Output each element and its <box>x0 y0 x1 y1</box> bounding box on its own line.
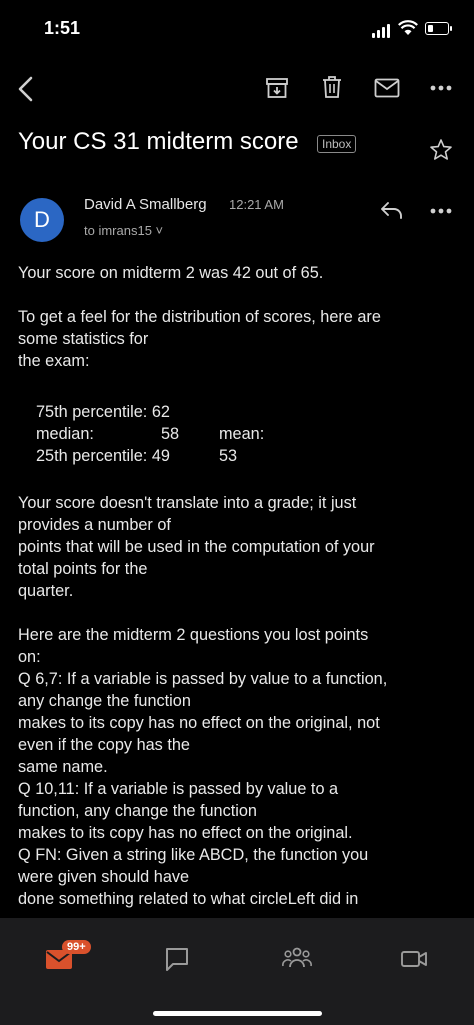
more-icon[interactable] <box>430 85 452 91</box>
recipient-details[interactable]: to imrans15 ˅ <box>84 223 163 238</box>
message-more-icon[interactable] <box>430 208 452 214</box>
email-body: Your score on midterm 2 was 42 out of 65… <box>18 262 458 372</box>
status-time: 1:51 <box>44 18 81 38</box>
score-statistics: 75th percentile: 62 median: 58 mean: 53 … <box>36 401 264 467</box>
bottom-navigation <box>0 918 474 1025</box>
body-paragraph-score: Your score on midterm 2 was 42 out of 65… <box>18 264 324 282</box>
email-subject: Your CS 31 midterm score <box>18 128 299 155</box>
stat-median-value: 58 <box>161 425 180 443</box>
back-icon[interactable] <box>16 75 36 103</box>
mail-icon[interactable] <box>374 78 400 98</box>
star-icon[interactable] <box>429 138 453 161</box>
body-paragraph-distribution: To get a feel for the distribution of sc… <box>18 308 381 370</box>
cellular-signal-icon <box>372 24 390 38</box>
stat-median-label: median: <box>36 425 94 443</box>
inbox-label-badge[interactable]: Inbox <box>317 135 357 153</box>
unread-count-badge: 99+ <box>62 940 91 954</box>
sender-avatar: D <box>20 198 64 242</box>
archive-icon[interactable] <box>265 77 289 99</box>
stat-25th-percentile: 25th percentile: 49 <box>36 447 170 465</box>
wifi-icon <box>398 20 418 35</box>
stat-75th-percentile: 75th percentile: 62 <box>36 403 170 421</box>
meet-tab-icon[interactable] <box>400 949 428 969</box>
email-time: 12:21 AM <box>229 197 284 212</box>
trash-icon[interactable] <box>321 75 343 99</box>
reply-icon[interactable] <box>380 201 404 219</box>
battery-icon <box>425 22 452 35</box>
body-paragraph-grade: Your score doesn't translate into a grad… <box>18 494 375 600</box>
stat-mean: mean: 53 <box>219 425 265 465</box>
home-indicator[interactable] <box>153 1011 322 1016</box>
body-paragraph-lost-points: Here are the midterm 2 questions you los… <box>18 626 388 908</box>
sender-name: David A Smallberg <box>84 196 207 213</box>
spaces-tab-icon[interactable] <box>282 946 312 970</box>
chat-tab-icon[interactable] <box>164 946 190 972</box>
